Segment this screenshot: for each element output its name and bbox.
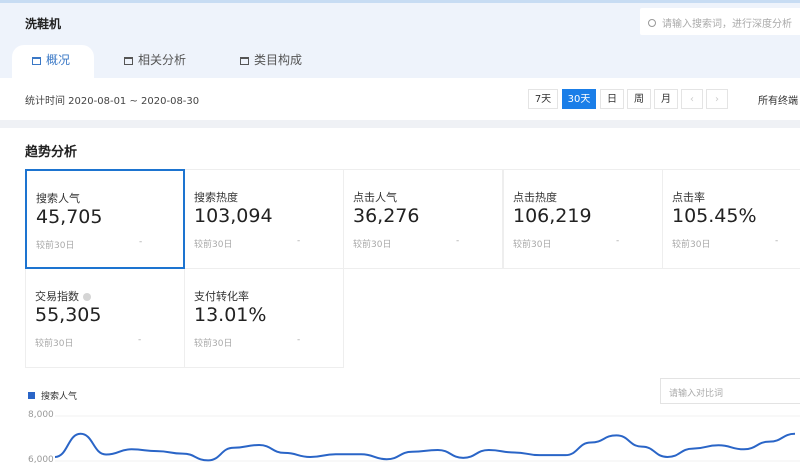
tab-related-analysis[interactable]: 相关分析 (124, 49, 186, 78)
metric-card[interactable]: 搜索人气 45,705 较前30日 - (25, 169, 185, 269)
header: 洗鞋机 请输入搜索词，进行深度分析 概况 相关分析 类目构成 (0, 3, 800, 78)
next-button[interactable]: › (706, 89, 728, 109)
home-icon (124, 57, 133, 65)
tab-category[interactable]: 类目构成 (240, 49, 302, 78)
prev-button[interactable]: ‹ (681, 89, 703, 109)
tab-label: 相关分析 (138, 53, 187, 67)
search-input[interactable]: 请输入搜索词，进行深度分析 (640, 8, 800, 35)
range-30d-button[interactable]: 30天 (562, 89, 596, 109)
terminal-select[interactable]: 所有终端 (758, 92, 798, 107)
range-7d-button[interactable]: 7天 (528, 89, 558, 109)
tab-label: 类目构成 (254, 53, 303, 67)
range-day-button[interactable]: 日 (600, 89, 624, 109)
date-toolbar: 统计时间 2020-08-01 ~ 2020-08-30 7天 30天 日 周 … (0, 78, 800, 120)
home-icon (32, 57, 41, 65)
metric-label: 搜索人气 (36, 192, 80, 205)
search-icon (648, 19, 656, 27)
range-month-button[interactable]: 月 (654, 89, 678, 109)
tab-label: 概况 (46, 53, 71, 67)
metric-change: - (139, 237, 143, 247)
trend-panel: 趋势分析 搜索人气 45,705 较前30日 - 搜索热度 103,094 较前3… (0, 128, 800, 475)
search-placeholder: 请输入搜索词，进行深度分析 (662, 19, 792, 30)
series-line (54, 432, 796, 462)
metric-value: 45,705 (36, 206, 103, 228)
metric-compare-label: 较前30日 (36, 241, 75, 251)
page-title: 洗鞋机 (25, 17, 62, 31)
date-range: 统计时间 2020-08-01 ~ 2020-08-30 (25, 96, 200, 107)
tab-overview[interactable]: 概况 (12, 45, 94, 78)
range-week-button[interactable]: 周 (627, 89, 651, 109)
home-icon (240, 57, 249, 65)
